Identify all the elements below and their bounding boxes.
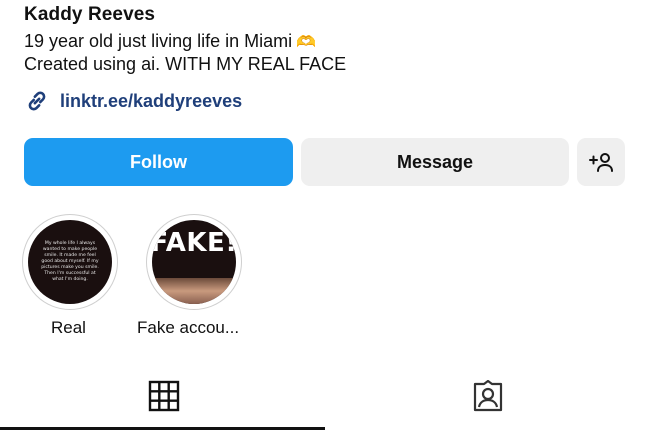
link-icon bbox=[28, 91, 46, 111]
highlight-preview-text: My whole life I always wanted to make pe… bbox=[41, 241, 99, 282]
bio-line-1-text: 19 year old just living life in Miami bbox=[24, 31, 293, 51]
message-button[interactable]: Message bbox=[301, 138, 569, 186]
tagged-icon bbox=[473, 379, 503, 412]
highlight-ring: FAKE! bbox=[146, 214, 242, 310]
bio-line-1: 19 year old just living life in Miami 🫶 bbox=[24, 30, 316, 54]
highlight-cover: FAKE! bbox=[152, 220, 236, 304]
profile-name: Kaddy Reeves bbox=[24, 4, 156, 25]
follow-button[interactable]: Follow bbox=[24, 138, 293, 186]
add-user-button[interactable] bbox=[577, 138, 625, 186]
highlight-preview-text: FAKE! bbox=[152, 228, 236, 258]
highlight-label: Real bbox=[51, 318, 86, 337]
bio-line-2: Created using ai. WITH MY REAL FACE bbox=[24, 54, 347, 74]
highlight-photo bbox=[152, 278, 236, 304]
profile-link[interactable]: linktr.ee/kaddyreeves bbox=[24, 88, 242, 114]
tab-posts[interactable] bbox=[148, 380, 180, 417]
highlight-label: Fake accou... bbox=[137, 318, 240, 337]
profile-link-text: linktr.ee/kaddyreeves bbox=[60, 90, 243, 111]
tab-tagged[interactable] bbox=[471, 379, 505, 419]
grid-icon bbox=[148, 380, 180, 412]
highlight-ring: My whole life I always wanted to make pe… bbox=[22, 214, 118, 310]
heart-hands-icon: 🫶 bbox=[296, 34, 317, 51]
highlight-real[interactable]: My whole life I always wanted to make pe… bbox=[22, 214, 118, 310]
add-person-icon bbox=[589, 153, 613, 172]
highlight-cover: My whole life I always wanted to make pe… bbox=[28, 220, 112, 304]
highlight-fake-account[interactable]: FAKE! bbox=[146, 214, 242, 310]
